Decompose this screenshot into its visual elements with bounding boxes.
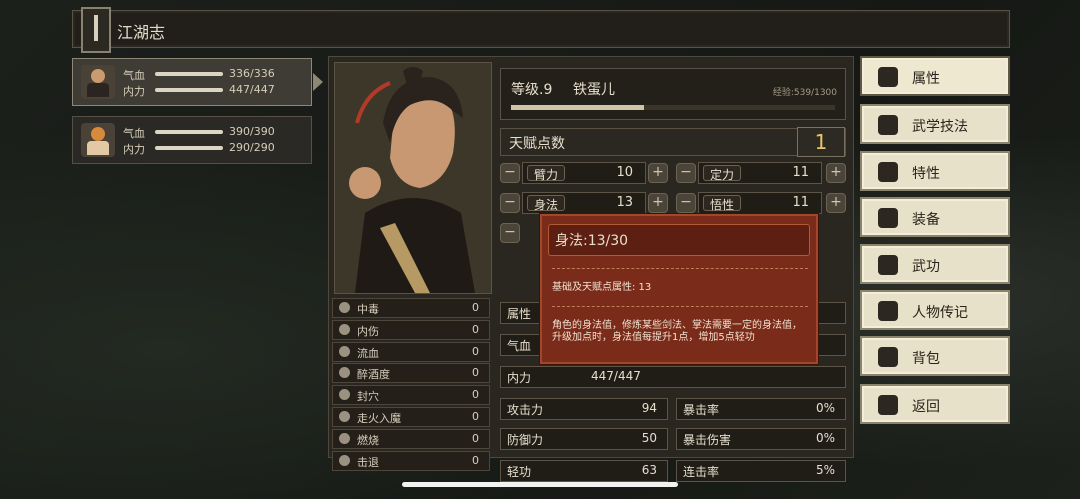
attr-insight: 悟性 11 <box>698 192 822 214</box>
plus-agility-button[interactable]: + <box>648 193 668 213</box>
talent-points-value: 1 <box>797 127 845 157</box>
menu-traits-button[interactable]: 特性 <box>860 151 1010 191</box>
divider <box>552 306 808 307</box>
menu-bag-button[interactable]: 背包 <box>860 336 1010 376</box>
character-avatar <box>81 65 115 99</box>
crit-damage-stat: 暴击伤害 0% <box>676 428 846 450</box>
menu-equipment-button[interactable]: 装备 <box>860 197 1010 237</box>
status-knockback: 击退 0 <box>332 450 490 471</box>
attr-strength: 臂力 10 <box>522 162 646 184</box>
plus-strength-button[interactable]: + <box>648 163 668 183</box>
party-member-1[interactable]: 气血 336/336 内力 447/447 <box>72 58 323 106</box>
status-burning: 燃烧 0 <box>332 428 490 449</box>
experience-fill <box>511 105 644 110</box>
tooltip-base-line: 基础及天赋点属性: 13 <box>552 282 652 293</box>
hp-bar <box>155 130 223 134</box>
status-effect-list: 中毒 0 内伤 0 流血 0 醉酒度 0 封穴 0 走火入魔 0 燃烧 0 击退 0 <box>332 298 490 472</box>
home-indicator[interactable] <box>402 482 678 487</box>
sword-icon <box>878 208 898 228</box>
minus-agility-button[interactable]: − <box>500 193 520 213</box>
trait-icon <box>878 162 898 182</box>
experience-bar <box>511 105 835 110</box>
bag-icon <box>878 347 898 367</box>
defense-stat: 防御力 50 <box>500 428 668 450</box>
minus-strength-button[interactable]: − <box>500 163 520 183</box>
attr-focus: 定力 11 <box>698 162 822 184</box>
hp-row: 气血 390/390 <box>123 125 275 140</box>
combo-rate-stat: 连击率 5% <box>676 460 846 482</box>
minus-focus-button[interactable]: − <box>676 163 696 183</box>
minus-button[interactable]: − <box>500 223 520 243</box>
talent-points: 天赋点数 1 <box>500 127 846 157</box>
menu-biography-button[interactable]: 人物传记 <box>860 290 1010 330</box>
selected-arrow-icon <box>313 73 323 91</box>
character-portrait <box>334 62 492 294</box>
flame-icon <box>339 432 350 444</box>
hp-bar <box>155 72 223 76</box>
title-bar: 江湖志 <box>72 7 1010 53</box>
status-qi-deviation: 走火入魔 0 <box>332 406 490 427</box>
mp-value: 447/447 <box>229 83 275 96</box>
crit-rate-stat: 暴击率 0% <box>676 398 846 420</box>
minus-insight-button[interactable]: − <box>676 193 696 213</box>
status-internal-injury: 内伤 0 <box>332 319 490 340</box>
menu-martial-skills-button[interactable]: 武学技法 <box>860 104 1010 144</box>
mp-row: 内力 290/290 <box>123 141 275 156</box>
broken-heart-icon <box>339 323 350 335</box>
scroll-icon <box>81 7 111 53</box>
menu-back-button[interactable]: 返回 <box>860 384 1010 424</box>
hp-value: 336/336 <box>229 67 275 80</box>
character-name: 铁蛋儿 <box>573 82 615 98</box>
tooltip-description: 角色的身法值，修炼某些剑法、掌法需要一定的身法值，升级加点时，身法值每提升1点，… <box>552 320 802 343</box>
mp-bar <box>155 88 223 92</box>
mp-field: 内力 447/447 <box>500 366 846 388</box>
level-label: 等级.9 <box>511 82 553 98</box>
door-icon <box>878 395 898 415</box>
divider <box>552 268 808 269</box>
lightness-skill-stat: 轻功 63 <box>500 460 668 482</box>
attribute-row-2: − 身法 13 + − 悟性 11 + <box>500 192 846 214</box>
blood-drop-icon <box>339 345 350 357</box>
hp-value: 390/390 <box>229 125 275 138</box>
party-member-2[interactable]: 气血 390/390 内力 290/290 <box>72 116 312 164</box>
plus-insight-button[interactable]: + <box>826 193 846 213</box>
biography-icon <box>878 301 898 321</box>
poison-icon <box>339 302 350 313</box>
wine-icon <box>339 367 350 379</box>
tooltip-title: 身法:13/30 <box>548 224 810 256</box>
acupoint-icon <box>339 389 350 401</box>
status-sealed-acupoint: 封穴 0 <box>332 385 490 406</box>
page-title: 江湖志 <box>117 23 166 42</box>
status-drunk: 醉酒度 0 <box>332 363 490 384</box>
menu-kungfu-button[interactable]: 武功 <box>860 244 1010 284</box>
level-info: 等级.9 铁蛋儿 经验:539/1300 <box>500 68 846 120</box>
mp-value: 290/290 <box>229 141 275 154</box>
spiral-icon <box>339 410 350 422</box>
attribute-row-1: − 臂力 10 + − 定力 11 + <box>500 162 846 184</box>
attribute-tooltip: 身法:13/30 基础及天赋点属性: 13 角色的身法值，修炼某些剑法、掌法需要… <box>540 214 818 364</box>
knockback-icon <box>339 454 350 466</box>
experience-text: 经验:539/1300 <box>772 88 837 98</box>
hp-row: 气血 336/336 <box>123 67 275 82</box>
mp-row: 内力 447/447 <box>123 83 275 98</box>
mp-bar <box>155 146 223 150</box>
menu-attributes-button[interactable]: 属性 <box>860 56 1010 96</box>
status-poison: 中毒 0 <box>332 298 490 318</box>
plus-focus-button[interactable]: + <box>826 163 846 183</box>
book-icon <box>878 255 898 275</box>
companion-avatar <box>81 123 115 157</box>
person-icon <box>878 67 898 87</box>
talent-label: 天赋点数 <box>509 136 565 152</box>
martial-skill-icon <box>878 115 898 135</box>
attr-agility: 身法 13 <box>522 192 646 214</box>
attack-stat: 攻击力 94 <box>500 398 668 420</box>
status-bleeding: 流血 0 <box>332 341 490 362</box>
